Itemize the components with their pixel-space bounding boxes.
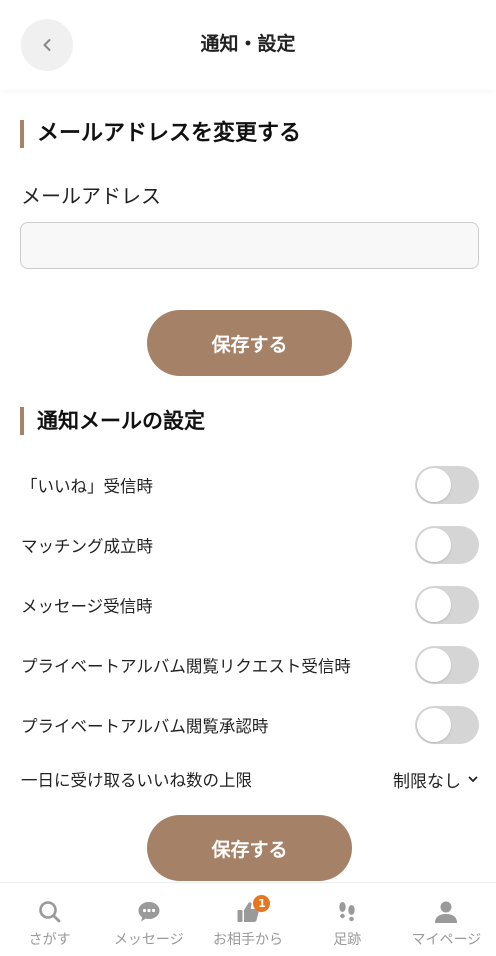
notif-row-album-request: プライベートアルバム閲覧リクエスト受信時 [21, 645, 479, 685]
page-title: 通知・設定 [200, 33, 296, 55]
toggle-album-approval[interactable] [415, 706, 479, 744]
like-limit-value: 制限なし [393, 771, 461, 792]
email-field-label: メールアドレス [21, 184, 161, 208]
nav-item-likes-received[interactable]: 1 お相手から [198, 883, 297, 956]
app-header: 通知・設定 [0, 0, 496, 90]
nav-label-messages: メッセージ [113, 932, 184, 948]
toggle-matching[interactable] [415, 526, 479, 564]
like-limit-label: 一日に受け取るいいね数の上限 [21, 771, 252, 790]
toggle-message[interactable] [415, 586, 479, 624]
email-section-heading: メールアドレスを変更する [20, 120, 301, 148]
footprints-icon [339, 902, 355, 922]
nav-item-messages[interactable]: メッセージ [99, 883, 198, 956]
like-limit-row: 一日に受け取るいいね数の上限 制限なし [21, 764, 479, 794]
notif-row-album-approval: プライベートアルバム閲覧承認時 [21, 705, 479, 745]
notif-label-album-request: プライベートアルバム閲覧リクエスト受信時 [21, 657, 351, 676]
nav-label-likes-received: お相手から [213, 932, 283, 948]
person-icon [435, 901, 458, 923]
chevron-left-icon [43, 39, 51, 51]
nav-item-footprints[interactable]: 足跡 [298, 883, 397, 956]
toggle-knob [417, 648, 451, 682]
notif-label-message: メッセージ受信時 [21, 597, 153, 616]
bottom-nav: さがす メッセージ 1 お相手から 足跡 マイページ [0, 882, 496, 956]
nav-label-mypage: マイページ [411, 932, 482, 948]
chevron-down-icon [468, 776, 478, 782]
toggle-like[interactable] [415, 466, 479, 504]
save-notifications-button[interactable]: 保存する [147, 815, 352, 881]
toggle-knob [417, 528, 451, 562]
notification-badge: 1 [253, 895, 271, 912]
notif-row-matching: マッチング成立時 [21, 525, 479, 565]
notif-label-album-approval: プライベートアルバム閲覧承認時 [21, 717, 269, 736]
search-icon [38, 901, 60, 923]
email-input[interactable] [20, 222, 479, 269]
chat-icon [138, 902, 160, 922]
nav-label-search: さがす [28, 932, 71, 948]
toggle-knob [417, 708, 451, 742]
toggle-album-request[interactable] [415, 646, 479, 684]
back-button[interactable] [21, 19, 73, 71]
nav-label-footprints: 足跡 [333, 932, 362, 948]
nav-item-mypage[interactable]: マイページ [397, 883, 496, 956]
save-email-button[interactable]: 保存する [147, 310, 352, 376]
nav-item-search[interactable]: さがす [0, 883, 99, 956]
notif-row-message: メッセージ受信時 [21, 585, 479, 625]
notif-label-like: 「いいね」受信時 [21, 477, 153, 496]
like-limit-select[interactable]: 制限なし [393, 767, 479, 792]
notification-section-heading: 通知メールの設定 [20, 407, 205, 435]
notif-row-like: 「いいね」受信時 [21, 465, 479, 505]
notif-label-matching: マッチング成立時 [21, 537, 153, 556]
toggle-knob [417, 588, 451, 622]
toggle-knob [417, 468, 451, 502]
